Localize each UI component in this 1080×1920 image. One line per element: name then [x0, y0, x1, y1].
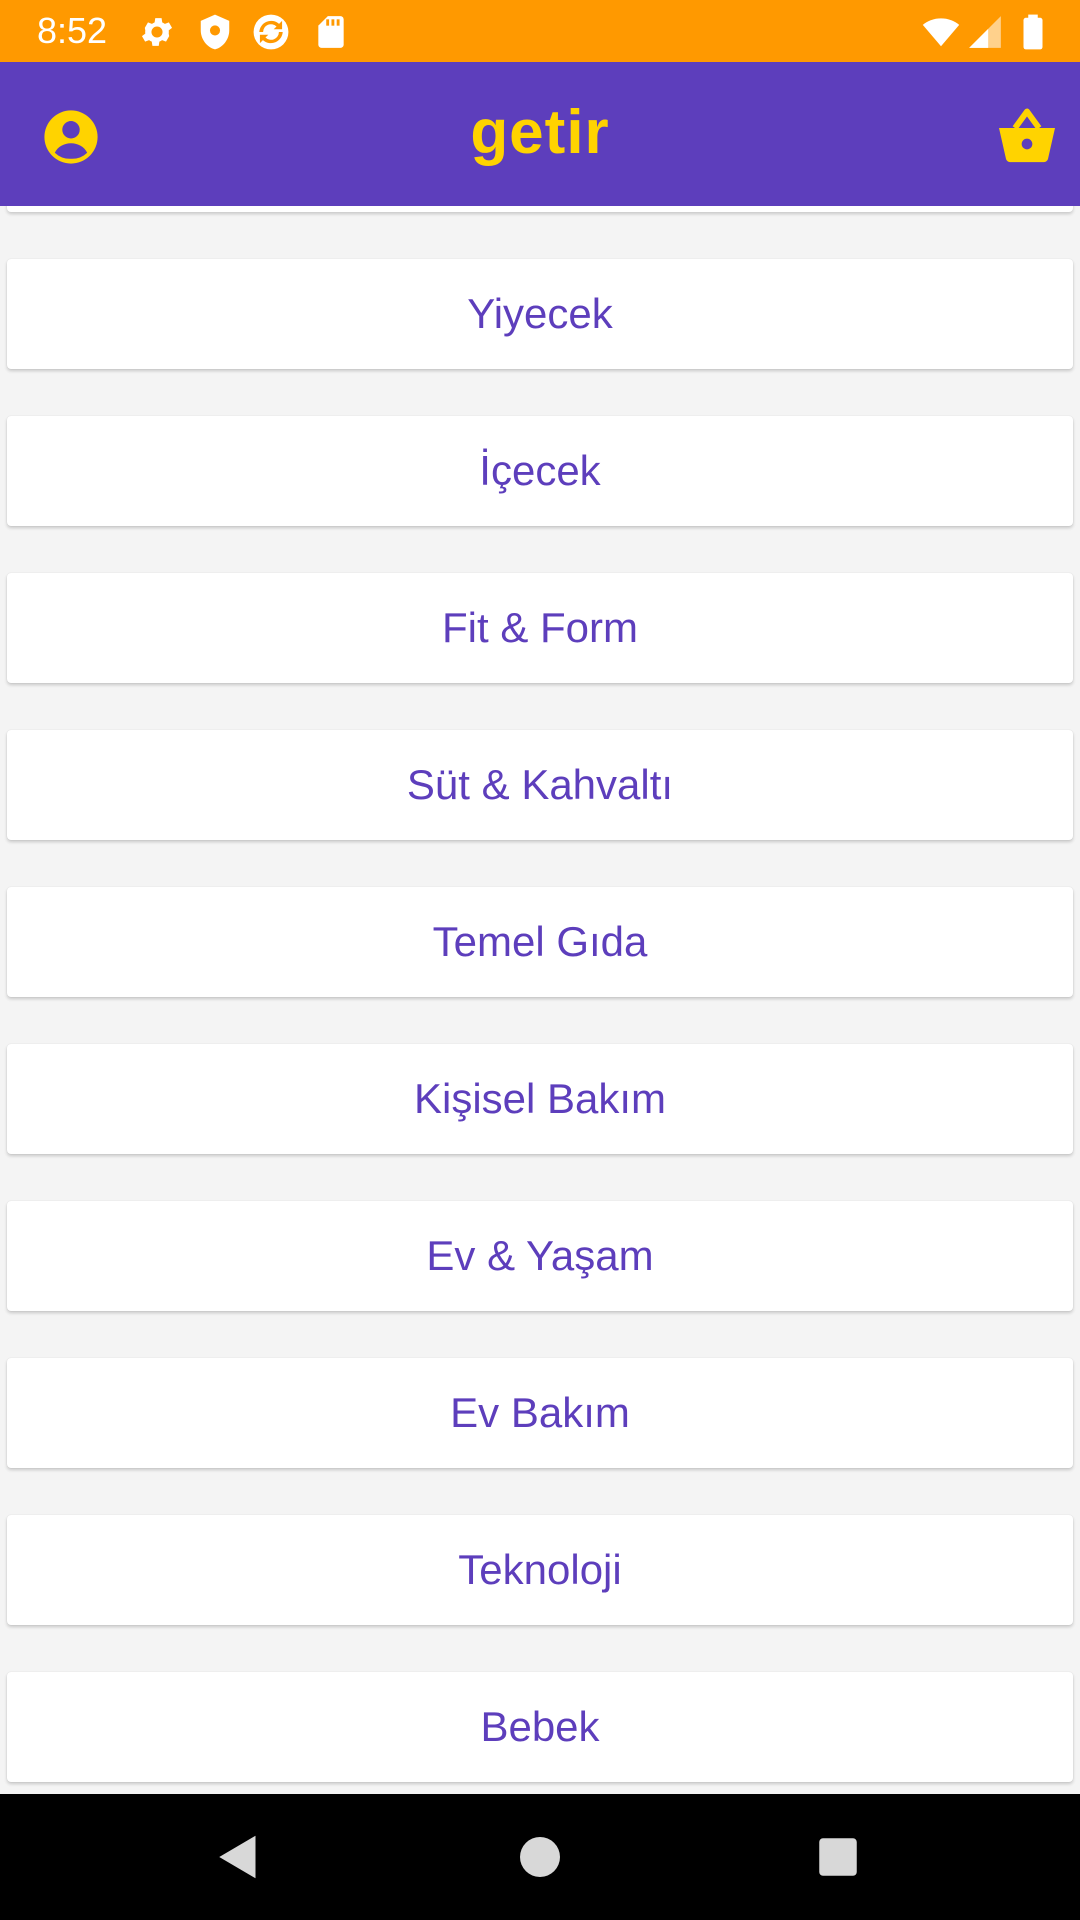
settings-icon: [141, 18, 173, 46]
category-label: Fit & Form: [442, 604, 638, 651]
category-card-kisisel-bakim[interactable]: Kişisel Bakım: [7, 1044, 1073, 1154]
category-label: Bebek: [480, 1703, 600, 1750]
screen: 8:52 getir Yiyecek İçecek Fit & Form Süt…: [0, 0, 1080, 1920]
category-card-temel-gida[interactable]: Temel Gıda: [7, 887, 1073, 997]
home-icon[interactable]: [510, 1827, 570, 1887]
category-card-icecek[interactable]: İçecek: [7, 416, 1073, 526]
wifi-icon: [922, 18, 960, 47]
recents-icon[interactable]: [808, 1827, 868, 1887]
category-card-ev-yasam[interactable]: Ev & Yaşam: [7, 1201, 1073, 1311]
category-label: Temel Gıda: [432, 918, 648, 965]
navigation-bar: [0, 1794, 1080, 1920]
basket-icon[interactable]: [995, 104, 1059, 168]
category-card-yiyecek[interactable]: Yiyecek: [7, 259, 1073, 369]
category-list[interactable]: Yiyecek İçecek Fit & Form Süt & Kahvaltı…: [0, 206, 1080, 1794]
category-label: İçecek: [479, 447, 601, 494]
category-label: Ev Bakım: [450, 1389, 630, 1436]
shield-icon: [200, 14, 230, 50]
status-bar: 8:52: [0, 0, 1080, 62]
category-card-bebek[interactable]: Bebek: [7, 1672, 1073, 1782]
app-logo: getir: [470, 98, 610, 167]
category-card-ev-bakim[interactable]: Ev Bakım: [7, 1358, 1073, 1468]
category-label: Teknoloji: [458, 1546, 622, 1593]
category-card-fit-form[interactable]: Fit & Form: [7, 573, 1073, 683]
category-label: Yiyecek: [467, 290, 613, 337]
sync-icon: [253, 14, 289, 50]
status-time: 8:52: [37, 10, 108, 51]
back-icon[interactable]: [208, 1827, 268, 1887]
sd-card-icon: [318, 16, 344, 48]
signal-icon: [969, 16, 1001, 48]
category-label: Kişisel Bakım: [413, 1075, 667, 1122]
category-label: Süt & Kahvaltı: [406, 761, 674, 808]
category-card-partial[interactable]: [7, 206, 1073, 212]
category-label: Ev & Yaşam: [426, 1232, 654, 1279]
battery-icon: [1023, 14, 1043, 50]
category-card-sut-kahvalti[interactable]: Süt & Kahvaltı: [7, 730, 1073, 840]
app-bar: getir: [0, 62, 1080, 206]
category-card-teknoloji[interactable]: Teknoloji: [7, 1515, 1073, 1625]
